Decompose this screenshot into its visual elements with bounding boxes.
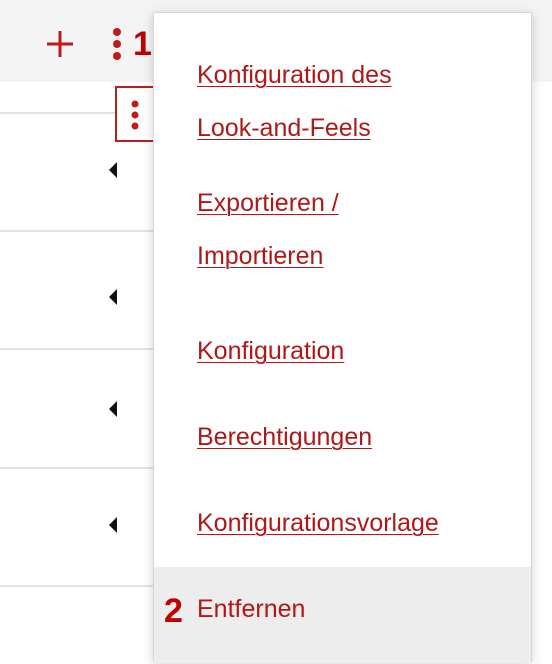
menu-item-label: Entfernen <box>197 595 306 623</box>
caret-left-icon[interactable] <box>108 161 118 179</box>
menu-item-remove[interactable]: Entfernen <box>154 567 531 663</box>
menu-item-label[interactable]: Konfigurationsvorlage <box>197 509 439 537</box>
plus-icon[interactable] <box>44 28 76 60</box>
row-divider <box>0 467 153 469</box>
annotation-marker-1: 1 <box>133 25 152 63</box>
row-more-options-button[interactable] <box>115 86 153 142</box>
menu-item-label[interactable]: Konfiguration des Look-and-Feels <box>197 49 531 155</box>
menu-item-label[interactable]: Exportieren / Importieren <box>197 177 531 283</box>
menu-item-label[interactable]: Konfiguration <box>197 337 344 365</box>
context-menu: Konfiguration des Look-and-Feels Exporti… <box>153 12 532 663</box>
more-options-icon[interactable] <box>112 27 122 61</box>
row-divider <box>0 585 153 587</box>
caret-left-icon[interactable] <box>108 288 118 306</box>
caret-left-icon[interactable] <box>108 516 118 534</box>
vertical-ellipsis-icon <box>131 100 139 130</box>
menu-item-permissions[interactable]: Berechtigungen <box>154 411 531 464</box>
row-divider <box>0 348 153 350</box>
menu-item-label[interactable]: Berechtigungen <box>197 423 372 451</box>
menu-item-export-import[interactable]: Exportieren / Importieren <box>154 177 531 283</box>
list-area <box>0 82 153 664</box>
row-divider <box>0 230 153 232</box>
caret-left-icon[interactable] <box>108 400 118 418</box>
menu-item-look-and-feel[interactable]: Konfiguration des Look-and-Feels <box>154 49 531 155</box>
menu-item-configuration-template[interactable]: Konfigurationsvorlage <box>154 497 531 550</box>
annotation-marker-2: 2 <box>164 592 183 630</box>
menu-item-configuration[interactable]: Konfiguration <box>154 325 531 378</box>
